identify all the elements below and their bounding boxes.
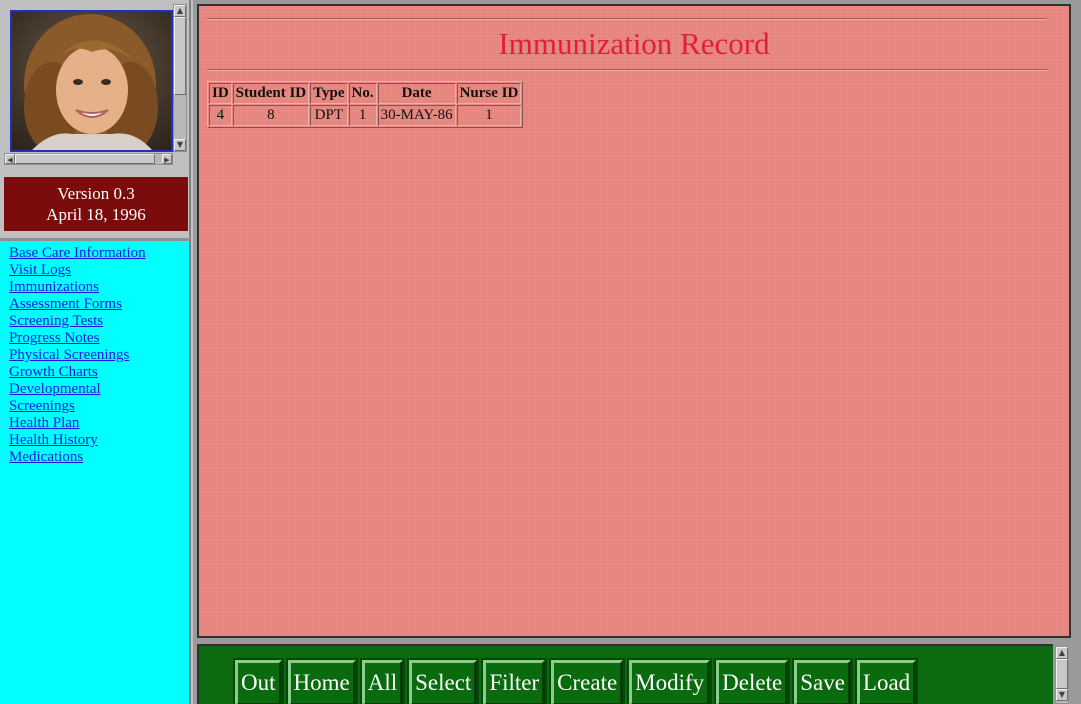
cell-number: 1 bbox=[348, 105, 377, 126]
select-button[interactable]: Select bbox=[407, 658, 480, 704]
load-button[interactable]: Load bbox=[854, 658, 919, 704]
filter-button[interactable]: Filter bbox=[481, 658, 548, 704]
delete-button[interactable]: Delete bbox=[714, 658, 791, 704]
nav-link-screening-tests[interactable]: Screening Tests bbox=[9, 313, 146, 330]
student-photo bbox=[10, 10, 173, 152]
create-button[interactable]: Create bbox=[549, 658, 626, 704]
title-divider bbox=[207, 69, 1047, 71]
cell-date: 30-MAY-86 bbox=[377, 105, 456, 126]
scrollbar-thumb[interactable] bbox=[1056, 659, 1068, 689]
student-portrait-image bbox=[12, 12, 171, 150]
nav-link-list: Base Care Information Visit Logs Immuniz… bbox=[9, 245, 146, 466]
main-content-area: Immunization Record ID Student ID Type N… bbox=[197, 4, 1071, 638]
nav-link-immunizations[interactable]: Immunizations bbox=[9, 279, 146, 296]
photo-vertical-scrollbar[interactable]: ▲ ▼ bbox=[173, 4, 187, 152]
scroll-up-arrow-icon[interactable]: ▲ bbox=[174, 5, 186, 17]
table-row: 4 8 DPT 1 30-MAY-86 1 bbox=[209, 105, 522, 126]
nav-link-health-history[interactable]: Health History bbox=[9, 432, 146, 449]
nav-link-developmental[interactable]: Developmental bbox=[9, 381, 146, 398]
nav-link-screenings[interactable]: Screenings bbox=[9, 398, 146, 415]
toolbar-vertical-scrollbar[interactable]: ▲ ▼ bbox=[1055, 646, 1069, 704]
version-number: Version 0.3 bbox=[57, 184, 135, 203]
column-header-student-id: Student ID bbox=[232, 83, 310, 104]
nav-link-health-plan[interactable]: Health Plan bbox=[9, 415, 146, 432]
scroll-down-arrow-icon[interactable]: ▼ bbox=[174, 139, 186, 151]
page-title: Immunization Record bbox=[498, 26, 770, 61]
cell-nurse-id: 1 bbox=[456, 105, 522, 126]
nav-link-medications[interactable]: Medications bbox=[9, 449, 146, 466]
cell-student-id: 8 bbox=[232, 105, 310, 126]
nav-link-assessment-forms[interactable]: Assessment Forms bbox=[9, 296, 146, 313]
modify-button[interactable]: Modify bbox=[627, 658, 713, 704]
version-box: Version 0.3 April 18, 1996 bbox=[4, 177, 188, 231]
version-date: April 18, 1996 bbox=[46, 205, 146, 224]
nav-link-physical-screenings[interactable]: Physical Screenings bbox=[9, 347, 146, 364]
table-header-row: ID Student ID Type No. Date Nurse ID bbox=[209, 83, 522, 104]
cell-type: DPT bbox=[310, 105, 348, 126]
scrollbar-thumb[interactable] bbox=[15, 154, 155, 164]
scroll-up-arrow-icon[interactable]: ▲ bbox=[1056, 647, 1068, 659]
cell-id: 4 bbox=[209, 105, 232, 126]
top-divider bbox=[207, 18, 1047, 20]
immunization-table: ID Student ID Type No. Date Nurse ID 4 8… bbox=[207, 81, 524, 128]
out-button[interactable]: Out bbox=[233, 658, 284, 704]
browser-frameset: ▲ ▼ ◀ ▶ Version 0.3 April 18, 1996 Base … bbox=[0, 0, 1081, 704]
toolbar-button-group: Out Home All Select Filter Create Modify… bbox=[233, 658, 919, 704]
nav-link-base-care-information[interactable]: Base Care Information bbox=[9, 245, 146, 262]
scroll-down-arrow-icon[interactable]: ▼ bbox=[1056, 689, 1068, 701]
column-header-id: ID bbox=[209, 83, 232, 104]
all-button[interactable]: All bbox=[359, 658, 406, 704]
toolbar: Out Home All Select Filter Create Modify… bbox=[197, 644, 1053, 704]
nav-link-growth-charts[interactable]: Growth Charts bbox=[9, 364, 146, 381]
scroll-left-arrow-icon[interactable]: ◀ bbox=[5, 154, 15, 164]
photo-frame: ▲ ▼ ◀ ▶ bbox=[0, 0, 191, 172]
navigation-frame: Base Care Information Visit Logs Immuniz… bbox=[0, 238, 191, 704]
nav-link-visit-logs[interactable]: Visit Logs bbox=[9, 262, 146, 279]
column-header-number: No. bbox=[348, 83, 377, 104]
version-frame: Version 0.3 April 18, 1996 bbox=[0, 172, 191, 238]
home-button[interactable]: Home bbox=[285, 658, 358, 704]
scrollbar-thumb[interactable] bbox=[174, 17, 186, 95]
column-header-nurse-id: Nurse ID bbox=[456, 83, 522, 104]
column-header-type: Type bbox=[310, 83, 348, 104]
toolbar-frame: Out Home All Select Filter Create Modify… bbox=[193, 640, 1081, 704]
save-button[interactable]: Save bbox=[792, 658, 853, 704]
nav-link-progress-notes[interactable]: Progress Notes bbox=[9, 330, 146, 347]
column-header-date: Date bbox=[377, 83, 456, 104]
photo-horizontal-scrollbar[interactable]: ◀ ▶ bbox=[4, 153, 173, 165]
main-content-frame: Immunization Record ID Student ID Type N… bbox=[193, 0, 1081, 640]
scroll-right-arrow-icon[interactable]: ▶ bbox=[162, 154, 172, 164]
